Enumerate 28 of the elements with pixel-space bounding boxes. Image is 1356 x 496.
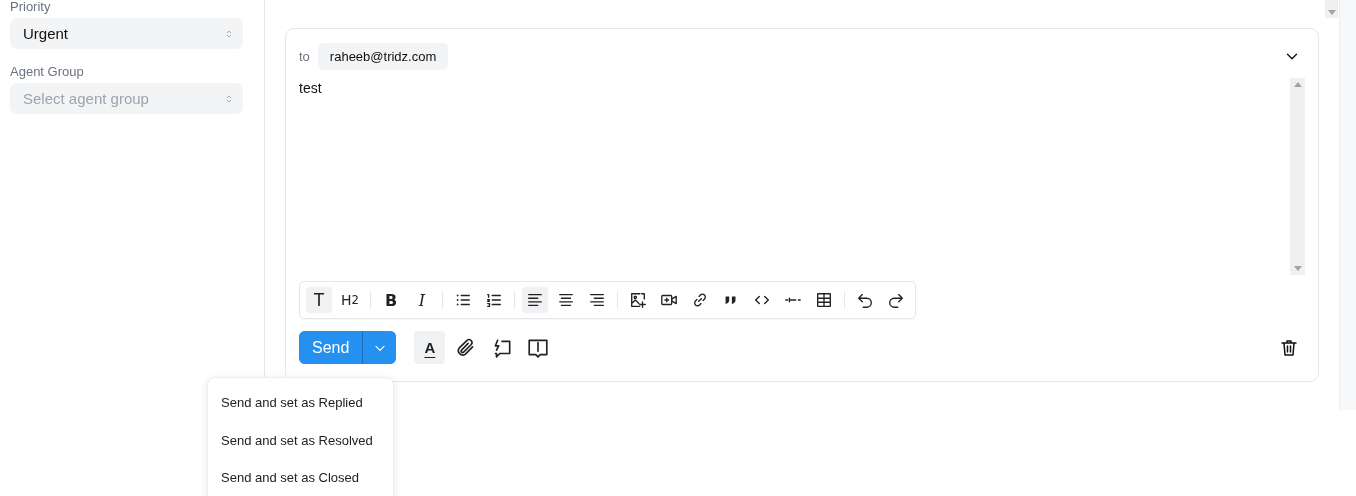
message-editor[interactable]: test — [299, 78, 1290, 275]
page-scrollbar[interactable] — [1325, 0, 1338, 18]
book-icon — [526, 336, 549, 359]
send-options-button[interactable] — [362, 331, 397, 364]
align-right-icon — [588, 291, 606, 309]
text-format-button[interactable]: A — [414, 331, 446, 364]
align-center-icon — [557, 291, 575, 309]
menu-item[interactable]: Send and set as Replied — [208, 384, 376, 422]
priority-select[interactable]: Urgent — [10, 18, 243, 49]
link-icon — [691, 291, 709, 309]
undo-icon — [856, 291, 874, 309]
recipient-chip[interactable]: raheeb@tridz.com — [317, 42, 449, 70]
image-add-icon — [629, 291, 647, 309]
menu-item[interactable]: Send and set as Closed — [208, 459, 373, 496]
to-label: to — [299, 48, 310, 64]
menu-item[interactable]: Send and set as Resolved — [208, 421, 386, 459]
align-left-icon — [526, 291, 544, 309]
numbered-list-icon — [485, 291, 503, 309]
redo-icon — [887, 291, 905, 309]
text-button[interactable]: T — [306, 287, 332, 313]
field-label: Agent Group — [10, 65, 84, 78]
scrollbar[interactable] — [1290, 78, 1305, 275]
align-left-button[interactable] — [522, 287, 548, 313]
field-label: Priority — [10, 0, 51, 13]
table-icon — [815, 291, 833, 309]
bold-button[interactable]: B — [378, 287, 404, 313]
italic-button[interactable]: I — [409, 287, 435, 313]
trash-icon — [1279, 337, 1299, 358]
